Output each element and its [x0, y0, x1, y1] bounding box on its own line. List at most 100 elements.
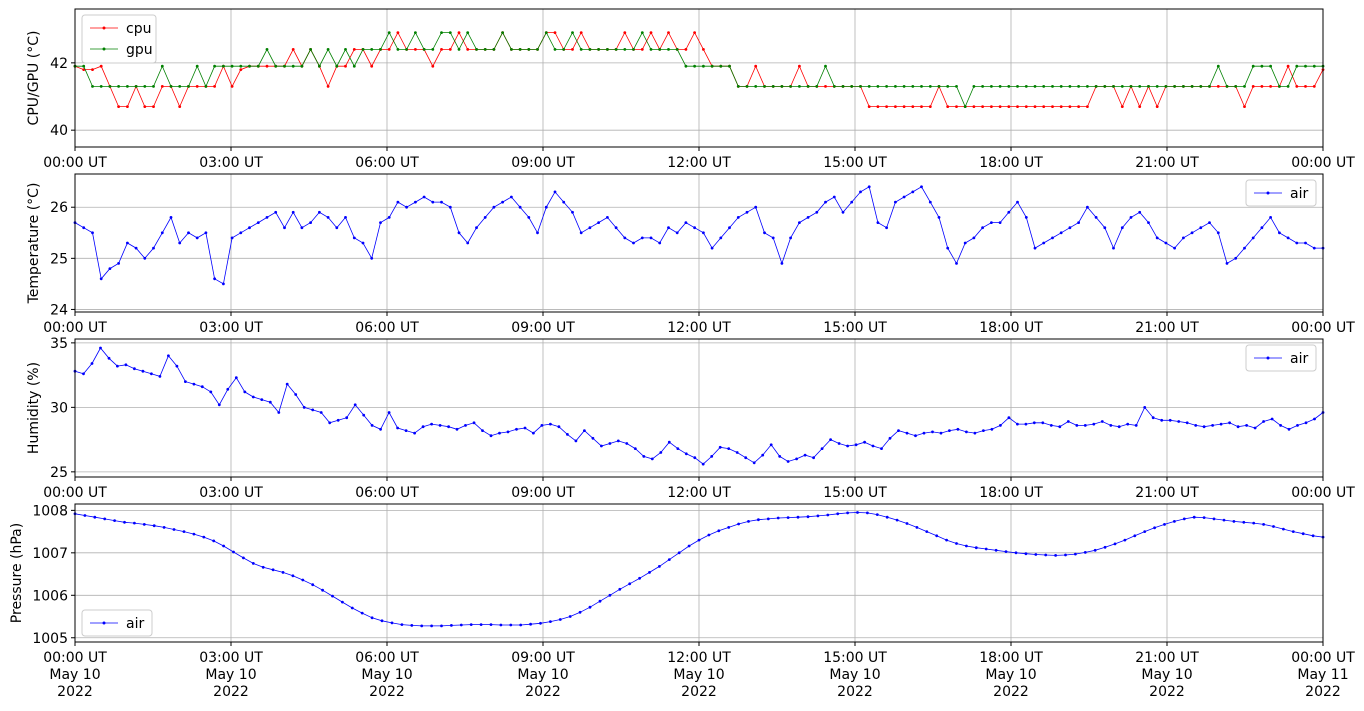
data-point-gpu [841, 85, 845, 88]
data-point-air [684, 452, 688, 456]
data-point-air [1164, 241, 1168, 245]
data-point-gpu [448, 31, 452, 34]
data-point-gpu [457, 48, 461, 51]
x-tick-label-line: 21:00 UT [1135, 485, 1199, 501]
x-tick-label: 00:00 UT [43, 485, 107, 501]
data-point-air [492, 205, 496, 209]
x-tick-label-line: May 10 [49, 667, 100, 683]
data-point-air [638, 576, 641, 580]
data-point-air [841, 210, 845, 214]
x-tick-label-line: 00:00 UT [1291, 155, 1355, 171]
data-point-air [894, 200, 897, 204]
data-point-air [1272, 525, 1275, 528]
legend: air [1245, 179, 1317, 207]
data-point-gpu [710, 64, 714, 68]
data-point-gpu [1007, 85, 1011, 88]
x-tick-label: 00:00 UT [1291, 155, 1355, 171]
data-point-cpu [824, 85, 827, 88]
data-point-gpu [396, 48, 400, 51]
data-point-air [107, 356, 111, 360]
data-point-gpu [344, 48, 347, 51]
data-point-air [1094, 216, 1098, 219]
data-point-air [158, 375, 162, 378]
x-tick-label: 09:00 UT [511, 155, 575, 171]
data-point-air [667, 226, 670, 230]
data-point-air [162, 526, 166, 529]
data-point-air [780, 262, 784, 265]
data-point-gpu [745, 85, 749, 88]
data-point-air [285, 382, 289, 386]
data-point-gpu [134, 85, 138, 88]
data-point-air [230, 236, 234, 240]
data-point-air [911, 190, 915, 194]
data-point-air [360, 611, 364, 615]
data-point-air [1291, 530, 1295, 533]
data-point-cpu [239, 68, 243, 71]
data-point-air [1312, 246, 1316, 250]
data-point-air [169, 216, 173, 219]
data-point-gpu [379, 48, 382, 51]
data-point-air [1202, 516, 1206, 519]
data-point-air [880, 447, 883, 450]
data-point-air [803, 453, 807, 457]
data-point-air [108, 267, 112, 270]
data-point-gpu [82, 64, 86, 68]
x-tick-label-line: 09:00 UT [511, 650, 575, 666]
data-point-air [431, 200, 435, 204]
data-point-air [353, 403, 357, 407]
data-point-gpu [1155, 85, 1159, 88]
data-point-air [1032, 421, 1036, 425]
data-point-air [274, 210, 278, 214]
data-point-gpu [483, 48, 487, 51]
data-point-air [370, 256, 374, 260]
data-point-air [483, 216, 487, 219]
data-point-gpu [126, 85, 129, 88]
data-point-air [1282, 527, 1285, 531]
x-tick-label-line: 2022 [681, 684, 717, 700]
data-point-air [614, 226, 618, 230]
data-point-air [242, 556, 245, 560]
data-point-air [786, 460, 790, 463]
data-point-air [243, 390, 247, 394]
data-point-air [963, 241, 967, 245]
data-point-air [326, 216, 330, 219]
data-point-air [260, 398, 264, 401]
data-point-gpu [291, 64, 295, 68]
data-point-gpu [335, 64, 339, 68]
data-point-air [1278, 231, 1281, 235]
x-tick-label-line: May 10 [673, 667, 724, 683]
x-tick-label-line: 00:00 UT [43, 320, 107, 336]
y-tick-label: 24 [50, 302, 68, 318]
data-point-gpu [361, 48, 365, 51]
x-tick-label: 18:00 UT [979, 320, 1043, 336]
data-point-air [579, 231, 583, 235]
data-point-gpu [1051, 85, 1054, 88]
legend-marker-air [1266, 356, 1270, 360]
data-point-air [150, 372, 153, 376]
data-point-gpu [222, 64, 225, 68]
data-point-air [999, 424, 1002, 427]
data-point-cpu [1269, 85, 1272, 88]
x-tick-label: 18:00 UT [979, 155, 1043, 171]
data-point-air [1242, 520, 1246, 524]
data-point-air [1234, 256, 1238, 260]
y-tick-label: 1007 [32, 546, 68, 562]
data-point-air [1066, 420, 1070, 423]
data-point-gpu [1033, 85, 1037, 88]
data-point-air [925, 530, 929, 533]
data-point-gpu [99, 85, 103, 88]
data-point-air [1194, 424, 1198, 427]
x-tick-label-line: 03:00 UT [199, 485, 263, 501]
data-point-air [82, 372, 85, 376]
data-point-cpu [117, 105, 120, 108]
data-point-air [1014, 551, 1018, 555]
data-point-air [226, 387, 230, 391]
data-point-air [885, 515, 889, 519]
data-point-cpu [1295, 85, 1299, 88]
data-point-air [1103, 545, 1107, 549]
data-point-cpu [1286, 64, 1290, 68]
x-tick-label-line: 2022 [369, 684, 405, 700]
data-point-air [829, 438, 832, 441]
x-tick-label-line: 2022 [57, 684, 93, 700]
data-point-gpu [667, 48, 670, 51]
